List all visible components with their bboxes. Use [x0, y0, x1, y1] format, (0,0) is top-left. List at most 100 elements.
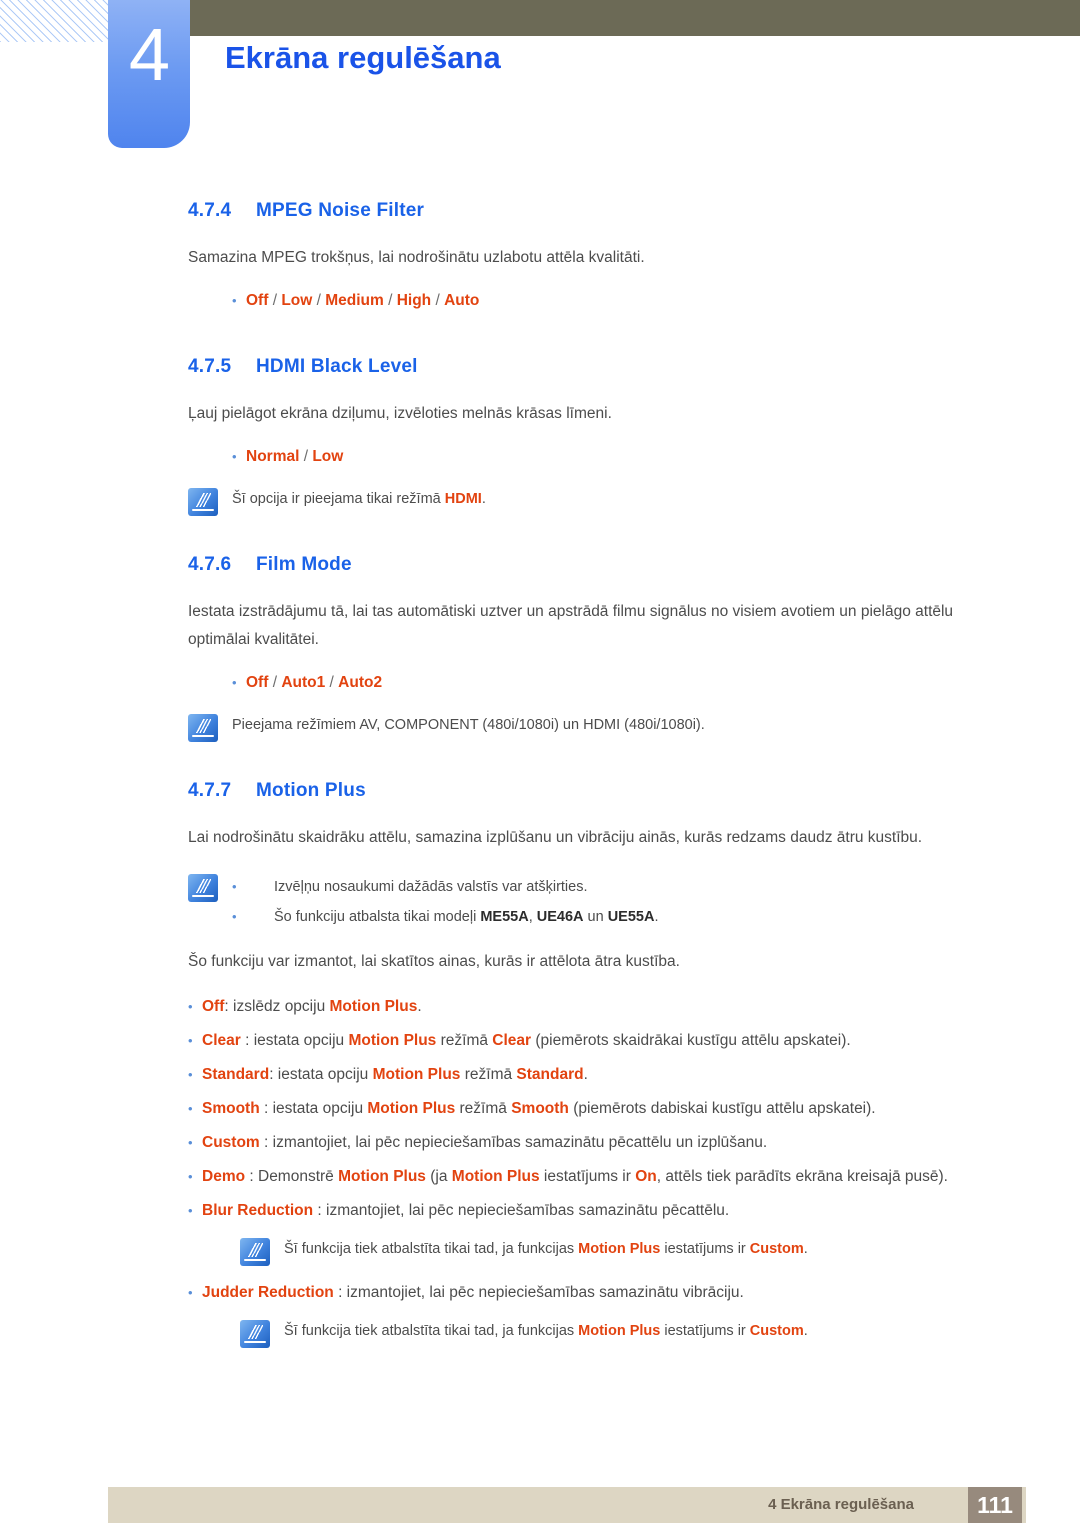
models-pre: Šo funkciju atbalsta tikai modeļi	[274, 909, 481, 925]
inline-text: režīmā	[460, 1066, 517, 1083]
inline-highlight: Motion Plus	[329, 998, 418, 1015]
motion-plus-item-demo: • Demo : Demonstrē Motion Plus (ja Motion…	[188, 1164, 1003, 1190]
section-heading-475: 4.7.5 HDMI Black Level	[188, 356, 1080, 378]
inline-highlight: Clear	[492, 1032, 532, 1049]
bullet-text: Judder Reduction : izmantojiet, lai pēc …	[202, 1280, 1003, 1306]
chapter-badge: 4	[108, 0, 190, 148]
header-olive-bar	[190, 0, 1080, 36]
motion-plus-option-name: Smooth	[202, 1100, 260, 1117]
option-list-474: Off / Low / Medium / High / Auto	[246, 292, 480, 309]
section-title: HDMI Black Level	[256, 356, 418, 377]
option-low: Low	[281, 292, 313, 309]
option-high: High	[396, 292, 432, 309]
option-bullet-475: • Normal / Low	[232, 444, 1080, 470]
inline-text: : iestata opciju	[259, 1100, 368, 1117]
inline-text: (piemērots dabiskai kustīgu attēlu apska…	[568, 1100, 876, 1117]
page-number-box: 111	[968, 1487, 1022, 1523]
inline-text: režīmā	[436, 1032, 493, 1049]
bullet-dot-icon: •	[232, 449, 237, 464]
note-text-476: Pieejama režīmiem AV, COMPONENT (480i/10…	[232, 717, 705, 733]
option-list-475: Normal / Low	[246, 448, 344, 465]
models-sep-2: un	[583, 909, 608, 925]
note-post: .	[803, 1241, 808, 1257]
section-paragraph-476: Iestata izstrādājumu tā, lai tas automāt…	[188, 603, 954, 648]
bullet-dot-icon: •	[232, 675, 237, 690]
note-highlight-custom: Custom	[749, 1323, 804, 1339]
option-auto: Auto	[444, 292, 480, 309]
inline-highlight: Motion Plus	[451, 1168, 540, 1185]
bullet-dot-icon: •	[232, 909, 237, 924]
option-medium: Medium	[325, 292, 384, 309]
bullet-dot-icon: •	[232, 293, 237, 308]
note-mid: iestatījums ir	[660, 1241, 750, 1257]
section-number: 4.7.6	[188, 554, 232, 575]
bullet-dot-icon: •	[232, 879, 237, 894]
motion-plus-item-standard: • Standard: iestata opciju Motion Plus re…	[188, 1062, 1003, 1088]
bullet-text: Custom : izmantojiet, lai pēc nepiecieša…	[202, 1130, 1003, 1156]
note-text: Šī funkcija tiek atbalstīta tikai tad, j…	[270, 1236, 1000, 1262]
note-pen-icon	[240, 1238, 270, 1266]
section-paragraph-474: Samazina MPEG trokšņus, lai nodrošinātu …	[188, 249, 645, 266]
note-476: Pieejama režīmiem AV, COMPONENT (480i/10…	[188, 712, 1008, 742]
note-pre: Šī funkcija tiek atbalstīta tikai tad, j…	[284, 1323, 579, 1339]
motion-plus-item-judder-reduction: • Judder Reduction : izmantojiet, lai pēc…	[188, 1280, 1003, 1306]
inline-highlight: Motion Plus	[338, 1168, 426, 1185]
models-sep-1: ,	[528, 909, 537, 925]
inline-text: : izmantojiet, lai pēc nepieciešamības s…	[259, 1134, 768, 1151]
section-number: 4.7.5	[188, 356, 232, 377]
inline-highlight: On	[635, 1168, 657, 1185]
inline-highlight: Smooth	[511, 1100, 569, 1117]
note-post: .	[481, 491, 486, 507]
motion-plus-item-blur-reduction: • Blur Reduction : izmantojiet, lai pēc n…	[188, 1198, 1003, 1224]
bullet-text: Off: izslēdz opciju Motion Plus.	[202, 994, 1003, 1020]
inline-text: , attēls tiek parādīts ekrāna kreisajā p…	[656, 1168, 948, 1185]
bullet-text: Smooth : iestata opciju Motion Plus režī…	[202, 1096, 1003, 1122]
hatch-pattern-decoration	[0, 0, 108, 42]
note-sub-bullet-text: Izvēļņu nosaukumi dažādās valstīs var at…	[274, 879, 588, 895]
bullet-dot-icon: •	[188, 1135, 193, 1150]
note-pen-icon	[240, 1320, 270, 1348]
note-mid: iestatījums ir	[660, 1323, 750, 1339]
inline-highlight: Motion Plus	[367, 1100, 456, 1117]
inline-text: (ja	[425, 1168, 452, 1185]
motion-plus-intro: Šo funkciju var izmantot, lai skatītos a…	[188, 953, 680, 970]
motion-plus-option-name: Custom	[202, 1134, 260, 1151]
inline-text: : izmantojiet, lai pēc nepieciešamības s…	[333, 1284, 744, 1301]
chapter-title: Ekrāna regulēšana	[225, 40, 501, 75]
bullet-dot-icon: •	[188, 1169, 193, 1184]
motion-plus-option-name: Blur Reduction	[202, 1202, 314, 1219]
motion-plus-option-name: Clear	[202, 1032, 241, 1049]
section-heading-477: 4.7.7 Motion Plus	[188, 780, 1080, 802]
bullet-dot-icon: •	[188, 999, 193, 1014]
inline-text: : izmantojiet, lai pēc nepieciešamības s…	[313, 1202, 730, 1219]
note-477: • Izvēļņu nosaukumi dažādās valstīs var …	[188, 872, 1008, 932]
inline-text: : iestata opciju	[269, 1066, 373, 1083]
bullet-text: Demo : Demonstrē Motion Plus (ja Motion …	[202, 1164, 1003, 1190]
inline-text: : Demonstrē	[245, 1168, 339, 1185]
motion-plus-option-name: Demo	[202, 1168, 246, 1185]
inline-text: iestatījums ir	[539, 1168, 636, 1185]
motion-plus-option-name: Standard	[202, 1066, 270, 1083]
note-pen-icon	[188, 714, 218, 742]
note-highlight-motion-plus: Motion Plus	[578, 1323, 661, 1339]
section-title: MPEG Noise Filter	[256, 200, 425, 221]
page-content: 4.7.4 MPEG Noise Filter Samazina MPEG tro…	[0, 200, 1080, 1362]
page-number: 111	[977, 1492, 1013, 1518]
inline-highlight: Standard	[516, 1066, 584, 1083]
bullet-dot-icon: •	[188, 1067, 193, 1082]
page-footer: 4 Ekrāna regulēšana 111	[108, 1487, 1026, 1523]
note-post: .	[803, 1323, 808, 1339]
note-highlight-motion-plus: Motion Plus	[578, 1241, 661, 1257]
note-blur-reduction: Šī funkcija tiek atbalstīta tikai tad, j…	[240, 1236, 1000, 1266]
section-paragraph-477: Lai nodrošinātu skaidrāku attēlu, samazi…	[188, 829, 923, 846]
note-judder-reduction: Šī funkcija tiek atbalstīta tikai tad, j…	[240, 1318, 1000, 1348]
section-heading-474: 4.7.4 MPEG Noise Filter	[188, 200, 1080, 222]
note-sub-bullet: • Izvēļņu nosaukumi dažādās valstīs var …	[232, 872, 1008, 902]
section-number: 4.7.7	[188, 780, 232, 801]
note-text: Šī funkcija tiek atbalstīta tikai tad, j…	[270, 1318, 1000, 1344]
inline-highlight: Motion Plus	[348, 1032, 437, 1049]
note-highlight-custom: Custom	[749, 1241, 804, 1257]
option-auto1: Auto1	[281, 674, 326, 691]
motion-plus-item-smooth: • Smooth : iestata opciju Motion Plus rež…	[188, 1096, 1003, 1122]
option-low: Low	[312, 448, 344, 465]
